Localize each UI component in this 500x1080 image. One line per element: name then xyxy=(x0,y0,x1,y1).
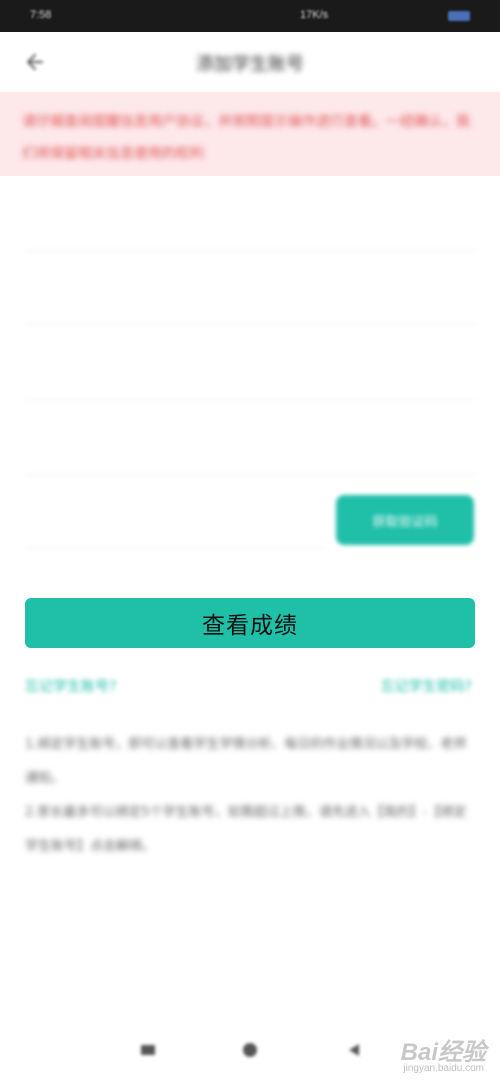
battery-icon xyxy=(448,11,470,21)
watermark: Bai经验 jingyan.baidu.com xyxy=(370,1024,490,1074)
instructions: 1.绑定学生账号，即可以查看学生学情分析、每日的作业情况以及学校、老师通知。 2… xyxy=(25,728,475,864)
status-network-speed: 17K/s xyxy=(300,9,329,21)
verification-code-field[interactable] xyxy=(25,488,325,549)
account-field[interactable] xyxy=(25,264,475,325)
status-time: 7:58 xyxy=(30,9,52,21)
page-title: 添加学生账号 xyxy=(196,54,304,75)
instruction-line-1: 1.绑定学生账号，即可以查看学生学情分析、每日的作业情况以及学校、老师通知。 xyxy=(25,737,467,786)
forgot-account-link[interactable]: 忘记学生账号? xyxy=(25,676,116,696)
notice-text: 请仔细查阅提醒信息用户协议，并按照提示操作进行查看。一经确认，我们将保留相关信息… xyxy=(22,114,470,162)
school-field[interactable] xyxy=(25,190,475,251)
get-verification-code-button[interactable]: 获取验证码 xyxy=(336,495,474,545)
password-field[interactable] xyxy=(25,414,475,475)
view-scores-button[interactable]: 查看成绩 xyxy=(25,598,475,648)
watermark-url: jingyan.baidu.com xyxy=(403,1063,484,1074)
name-field[interactable] xyxy=(25,340,475,401)
home-icon[interactable] xyxy=(241,1042,259,1062)
instruction-line-2: 2.家长最多可以绑定5个学生账号，如需超过上限，请先进入【我的】-【绑定学生账号… xyxy=(25,805,467,854)
watermark-logo: Bai经验 xyxy=(400,1039,486,1066)
forgot-password-link[interactable]: 忘记学生密码? xyxy=(381,676,472,696)
status-bar: 7:58 17K/s xyxy=(0,0,500,32)
back-nav-icon[interactable] xyxy=(346,1042,362,1062)
notice-banner: 请仔细查阅提醒信息用户协议，并按照提示操作进行查看。一经确认，我们将保留相关信息… xyxy=(0,92,500,176)
nav-bar: 添加学生账号 xyxy=(0,32,500,92)
recent-apps-icon[interactable] xyxy=(139,1042,157,1061)
